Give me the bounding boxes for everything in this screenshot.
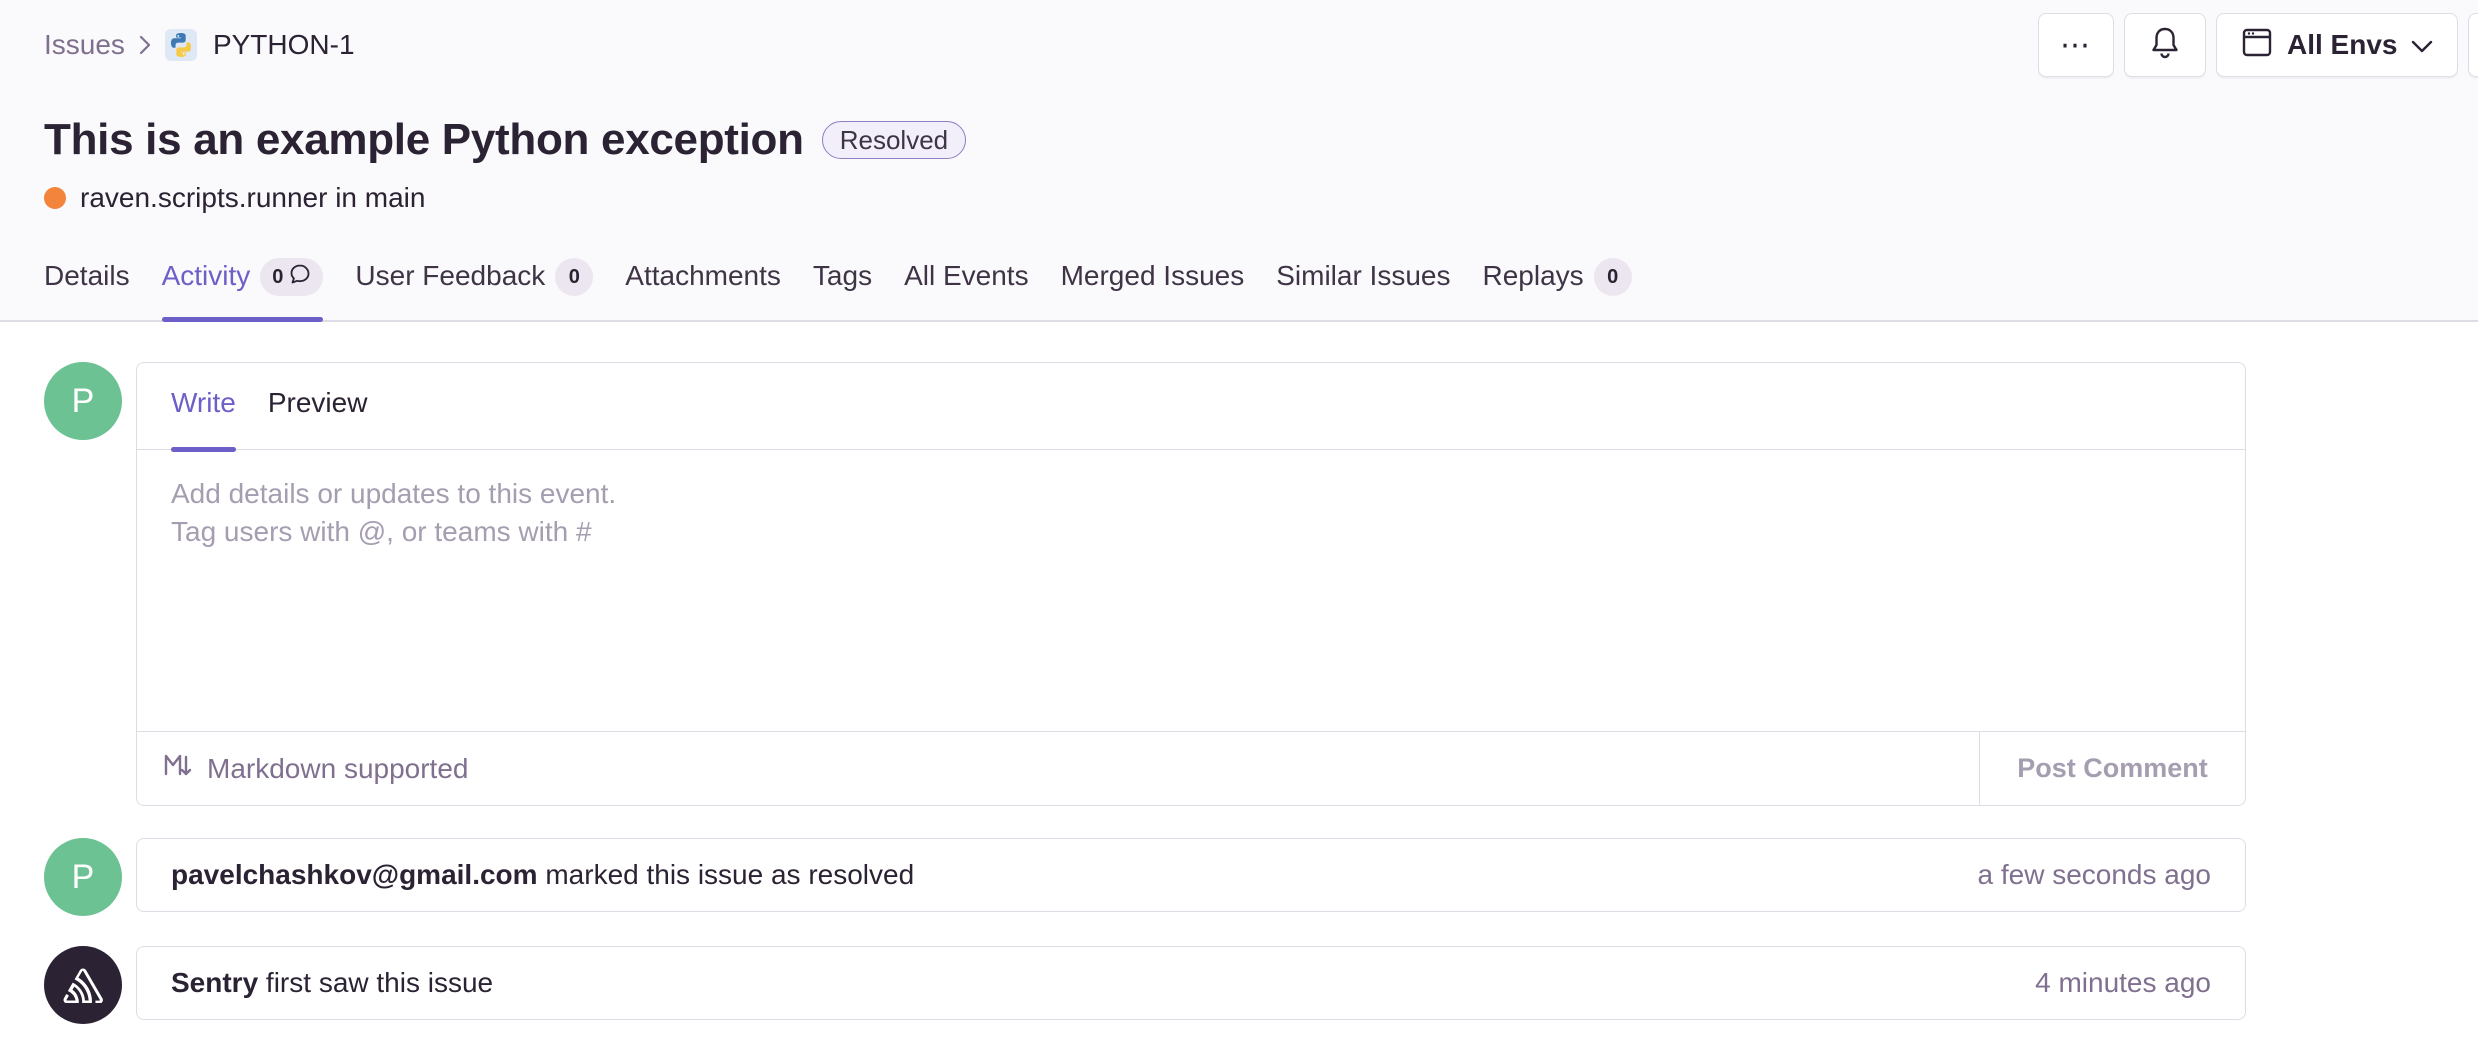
- issue-header: Issues PYTHON-1 ⋯ All Envs This is an ex…: [0, 0, 2478, 322]
- replays-count-badge: 0: [1593, 258, 1632, 296]
- page-title: This is an example Python exception: [44, 115, 804, 164]
- tab-write[interactable]: Write: [171, 363, 236, 452]
- activity-text: marked this issue as resolved: [537, 859, 915, 890]
- more-actions-button[interactable]: ⋯: [2038, 13, 2114, 77]
- tab-label: Activity: [161, 260, 251, 291]
- markdown-hint-label: Markdown supported: [207, 752, 469, 784]
- markdown-icon: [163, 750, 193, 787]
- environment-selector[interactable]: All Envs: [2216, 13, 2458, 77]
- calendar-window-icon: [2241, 26, 2273, 65]
- markdown-hint: Markdown supported: [137, 750, 1979, 787]
- activity-actor: pavelchashkov@gmail.com: [171, 859, 538, 890]
- user-feedback-count-badge: 0: [555, 258, 594, 296]
- breadcrumb: Issues PYTHON-1: [44, 24, 355, 66]
- header-actions: ⋯ All Envs: [2038, 13, 2478, 77]
- tab-label: Tags: [812, 260, 873, 291]
- issue-tabs: Details Activity 0 User Feedback 0 Attac…: [44, 250, 1664, 322]
- bell-icon: [2150, 26, 2180, 65]
- environment-label: All Envs: [2287, 29, 2398, 60]
- tab-merged-issues[interactable]: Merged Issues: [1061, 250, 1245, 322]
- comment-input[interactable]: [137, 451, 2245, 733]
- post-comment-button[interactable]: Post Comment: [1979, 732, 2245, 805]
- tab-user-feedback[interactable]: User Feedback 0: [355, 250, 594, 322]
- avatar: P: [44, 838, 122, 916]
- breadcrumb-current[interactable]: PYTHON-1: [213, 29, 355, 61]
- tab-label: Attachments: [625, 260, 781, 291]
- level-indicator: [44, 187, 66, 209]
- tab-all-events[interactable]: All Events: [904, 250, 1029, 322]
- activity-count-badge: 0: [260, 258, 324, 296]
- tab-attachments[interactable]: Attachments: [625, 250, 781, 322]
- tab-preview[interactable]: Preview: [268, 363, 368, 450]
- composer-tabs: Write Preview: [137, 363, 2245, 452]
- activity-timestamp: a few seconds ago: [1977, 859, 2212, 890]
- avatar: P: [44, 362, 122, 440]
- tab-label: Similar Issues: [1276, 260, 1451, 291]
- composer-footer: Markdown supported Post Comment: [137, 731, 2245, 805]
- activity-item: Sentry first saw this issue 4 minutes ag…: [136, 946, 2246, 1020]
- tab-replays[interactable]: Replays 0: [1482, 250, 1632, 322]
- tab-label: All Events: [904, 260, 1029, 291]
- tab-label: Replays: [1482, 260, 1584, 291]
- tab-activity[interactable]: Activity 0: [161, 250, 324, 322]
- chevron-right-icon: [125, 35, 165, 55]
- tab-tags[interactable]: Tags: [813, 250, 872, 322]
- comment-composer: Write Preview Markdown supported Post Co…: [136, 362, 2246, 806]
- status-badge: Resolved: [821, 121, 967, 159]
- subscribe-button[interactable]: [2124, 13, 2206, 77]
- tab-details[interactable]: Details: [44, 250, 130, 322]
- tab-label: User Feedback: [355, 260, 546, 291]
- title-row: This is an example Python exception Reso…: [44, 112, 967, 168]
- activity-text: first saw this issue: [258, 967, 494, 998]
- activity-item: pavelchashkov@gmail.com marked this issu…: [136, 838, 2246, 912]
- sentry-logo-icon: [44, 946, 122, 1024]
- activity-message: Sentry first saw this issue: [171, 967, 493, 999]
- tab-label: Merged Issues: [1060, 260, 1245, 291]
- tab-label: Details: [44, 260, 130, 291]
- activity-message: pavelchashkov@gmail.com marked this issu…: [171, 859, 914, 891]
- culprit-text: raven.scripts.runner in main: [80, 182, 426, 213]
- activity-actor: Sentry: [171, 967, 259, 998]
- activity-timestamp: 4 minutes ago: [2035, 967, 2211, 998]
- comment-icon: [289, 263, 311, 291]
- chevron-down-icon: [2411, 29, 2433, 61]
- overflow-button-edge[interactable]: [2468, 13, 2478, 77]
- culprit-row: raven.scripts.runner in main: [44, 178, 425, 218]
- tab-similar-issues[interactable]: Similar Issues: [1276, 250, 1450, 322]
- python-logo-icon: [164, 29, 197, 61]
- breadcrumb-issues-link[interactable]: Issues: [44, 29, 125, 61]
- badge-count: 0: [272, 265, 284, 288]
